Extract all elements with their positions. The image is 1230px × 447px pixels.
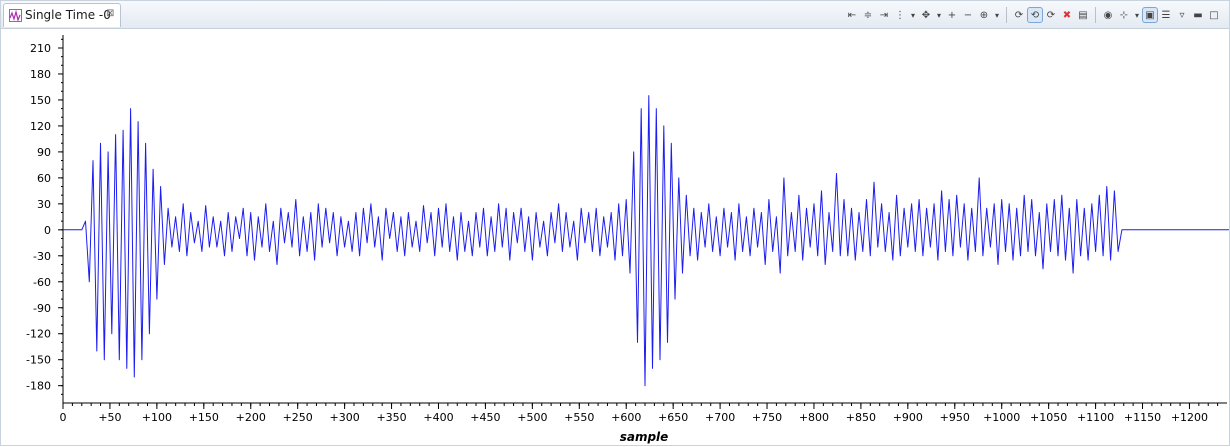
minimize-icon[interactable]: ▬ [1191, 8, 1205, 22]
series-layer [63, 95, 1229, 387]
export-icon[interactable]: ▤ [1076, 8, 1090, 22]
tab-title: Single Time -0 [25, 8, 111, 22]
x-tick-label: +700 [705, 411, 735, 424]
y-tick-label: -90 [33, 302, 51, 315]
close-icon[interactable]: ⊠ [106, 8, 114, 19]
y-tick-label: -60 [33, 276, 51, 289]
y-tick-label: 0 [44, 224, 51, 237]
measure-dropdown-icon[interactable]: ▾ [1133, 8, 1141, 22]
y-tick-label: 150 [30, 94, 51, 107]
x-tick-label: +200 [236, 411, 266, 424]
x-tick-label: +850 [846, 411, 876, 424]
x-tick-label: +50 [98, 411, 121, 424]
stop-icon[interactable]: ✖ [1060, 8, 1074, 22]
x-tick-label: +650 [658, 411, 688, 424]
x-tick-label: +250 [283, 411, 313, 424]
x-tick-label: +400 [423, 411, 453, 424]
y-tick-label: 90 [37, 146, 51, 159]
zoom-in-icon[interactable]: + [945, 8, 959, 22]
y-tick-label: 210 [30, 42, 51, 55]
y-tick-label: -120 [26, 328, 51, 341]
graph-window: Single Time -0 ⊠ ⇤ ≑ ⇥ ⋮ ▾ ✥ ▾ + − ⊕ ▾ ⟳ ⟲ ⟳ ✖ ▤ ◉ ⊹ ▾ ▣ ☰ ▿ ▬… [0, 0, 1230, 446]
y-tick-label: 180 [30, 68, 51, 81]
refresh-icon[interactable]: ⟳ [1012, 8, 1026, 22]
x-axis-label: sample [620, 430, 669, 444]
cursor-marker-dropdown-icon[interactable]: ▾ [909, 8, 917, 22]
maximize-icon[interactable]: □ [1207, 8, 1221, 22]
x-tick-label: +800 [799, 411, 829, 424]
x-tick-label: +500 [517, 411, 547, 424]
graph-icon [9, 9, 22, 22]
x-tick-label: +1000 [983, 411, 1020, 424]
zoom-fit-icon[interactable]: ⊕ [977, 8, 991, 22]
measure-icon[interactable]: ⊹ [1117, 8, 1131, 22]
time-graph[interactable]: 210 180 150 120 90 60 30 0 -30 -60 -90 -120 -150 -180… [1, 29, 1229, 447]
x-tick-label: +100 [142, 411, 172, 424]
toolbar-separator [1006, 7, 1007, 23]
y-tick-label: 30 [37, 198, 51, 211]
x-tick-label: +1100 [1077, 411, 1114, 424]
x-tick-label: +550 [564, 411, 594, 424]
toolbar-separator [1095, 7, 1096, 23]
tab-single-time[interactable]: Single Time -0 ⊠ [3, 3, 121, 27]
y-tick-label: 60 [37, 172, 51, 185]
properties-icon[interactable]: ☰ [1159, 8, 1173, 22]
y-tick-label: 120 [30, 120, 51, 133]
x-tick-label: +150 [189, 411, 219, 424]
x-tick-label: +750 [752, 411, 782, 424]
x-tick-label: +900 [893, 411, 923, 424]
pan-dropdown-icon[interactable]: ▾ [935, 8, 943, 22]
x-tick-label: +600 [611, 411, 641, 424]
cursor-marker-icon[interactable]: ⋮ [893, 8, 907, 22]
y-tick-label: -150 [26, 354, 51, 367]
signal-trace [63, 95, 1229, 387]
y-axis: 210 180 150 120 90 60 30 0 -30 -60 -90 -120 -150 -180 [26, 35, 64, 403]
view-tab-bar: Single Time -0 ⊠ ⇤ ≑ ⇥ ⋮ ▾ ✥ ▾ + − ⊕ ▾ ⟳ ⟲ ⟳ ✖ ▤ ◉ ⊹ ▾ ▣ ☰ ▿ ▬… [1, 1, 1229, 29]
x-tick-label: +1150 [1124, 411, 1161, 424]
x-axis: 0 +50 +100 +150 +200 +250 +300 +350 +400 +450 +500… [60, 402, 1227, 424]
x-tick-label: +300 [330, 411, 360, 424]
y-tick-label: -30 [33, 250, 51, 263]
x-tick-label: +1050 [1030, 411, 1067, 424]
x-tick-label: 0 [60, 411, 67, 424]
align-right-icon[interactable]: ⇥ [877, 8, 891, 22]
x-tick-label: +350 [376, 411, 406, 424]
graph-toolbar: ⇤ ≑ ⇥ ⋮ ▾ ✥ ▾ + − ⊕ ▾ ⟳ ⟲ ⟳ ✖ ▤ ◉ ⊹ ▾ ▣ ☰ ▿ ▬ □ [845, 5, 1221, 25]
x-tick-label: +1200 [1171, 411, 1208, 424]
display-properties-icon[interactable]: ▣ [1142, 7, 1158, 23]
pan-icon[interactable]: ✥ [919, 8, 933, 22]
y-tick-label: -180 [26, 380, 51, 393]
zoom-fit-dropdown-icon[interactable]: ▾ [993, 8, 1001, 22]
auto-refresh-icon[interactable]: ⟲ [1027, 7, 1043, 23]
view-menu-icon[interactable]: ▿ [1175, 8, 1189, 22]
align-center-icon[interactable]: ≑ [861, 8, 875, 22]
zoom-out-icon[interactable]: − [961, 8, 975, 22]
align-left-icon[interactable]: ⇤ [845, 8, 859, 22]
x-tick-label: +450 [470, 411, 500, 424]
binoculars-icon[interactable]: ◉ [1101, 8, 1115, 22]
x-tick-label: +950 [940, 411, 970, 424]
continuous-refresh-icon[interactable]: ⟳ [1044, 8, 1058, 22]
